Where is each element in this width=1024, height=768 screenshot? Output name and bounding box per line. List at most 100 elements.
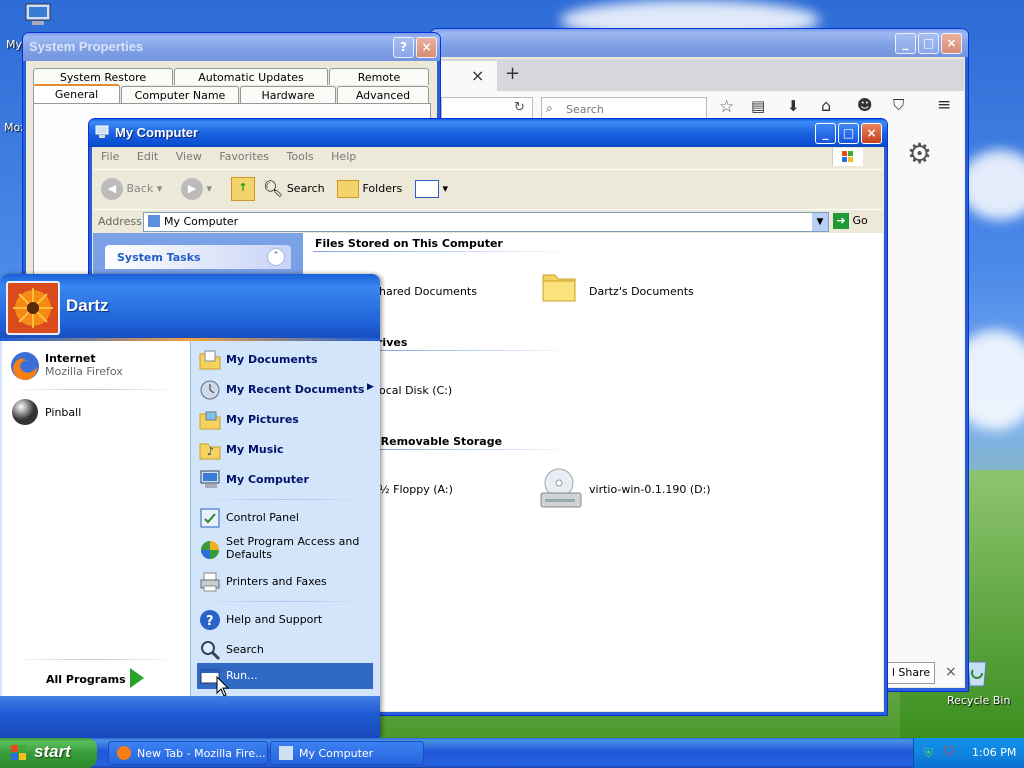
svg-text:?: ? <box>206 614 214 629</box>
start-button[interactable]: start <box>0 738 97 768</box>
my-computer-icon <box>148 215 160 227</box>
close-button[interactable]: × <box>416 37 437 58</box>
my-music-item[interactable]: ♪ My Music <box>197 437 373 463</box>
my-pictures-item[interactable]: My Pictures <box>197 407 373 433</box>
all-programs-button[interactable]: All Programs <box>42 666 152 692</box>
my-computer-desktop-icon[interactable] <box>22 2 54 28</box>
menu-label: My Computer <box>226 473 309 486</box>
my-computer-icon <box>199 469 221 491</box>
tab-system-restore[interactable]: System Restore <box>33 68 173 85</box>
search-icon <box>199 639 221 661</box>
menu-label: My Documents <box>226 353 318 366</box>
menu-view[interactable]: View <box>176 150 202 163</box>
address-input[interactable]: My Computer ▼ <box>143 212 829 232</box>
help-button[interactable]: ? <box>393 37 414 58</box>
menu-label: Search <box>226 643 264 656</box>
recent-pinball[interactable]: Pinball <box>8 395 186 429</box>
minimize-button[interactable]: _ <box>895 33 916 54</box>
menu-tools[interactable]: Tools <box>287 150 314 163</box>
pinball-label: Pinball <box>45 406 82 419</box>
notification-close-icon[interactable]: × <box>945 664 957 680</box>
my-computer-titlebar[interactable] <box>89 119 887 147</box>
search-label: Search <box>286 182 325 195</box>
folders-button[interactable]: Folders <box>337 174 402 204</box>
firefox-titlebar[interactable] <box>431 29 968 57</box>
share-button[interactable]: l Share <box>887 662 935 684</box>
address-bar-row: Address My Computer ▼ ➜ Go <box>93 209 883 234</box>
separator <box>199 601 369 602</box>
pocket-icon[interactable]: ⛉ <box>893 96 904 114</box>
back-button[interactable]: ◀ Back ▾ <box>101 174 162 204</box>
my-computer-icon <box>279 746 293 760</box>
control-panel-item[interactable]: Control Panel <box>197 505 373 531</box>
views-button[interactable]: ▾ <box>415 174 448 204</box>
tab-computer-name[interactable]: Computer Name <box>121 86 239 103</box>
tab-general[interactable]: General <box>33 84 120 104</box>
menu-file[interactable]: File <box>101 150 119 163</box>
local-disk-label[interactable]: ocal Disk (C:) <box>379 384 452 397</box>
home-icon[interactable]: ⌂ <box>821 96 831 115</box>
forward-button[interactable]: ▶ ▾ <box>181 174 212 204</box>
menu-hamburger-icon[interactable]: ≡ <box>937 95 951 115</box>
collapse-chevron-icon[interactable]: ⌃ <box>267 248 285 266</box>
tab-hardware[interactable]: Hardware <box>240 86 336 103</box>
pinball-icon <box>10 397 40 427</box>
floppy-drive-label[interactable]: ½ Floppy (A:) <box>379 483 453 496</box>
menu-label: My Recent Documents <box>226 383 365 396</box>
address-dropdown-icon[interactable]: ▼ <box>812 213 828 231</box>
close-button[interactable]: × <box>941 33 962 54</box>
my-computer-item[interactable]: My Computer <box>197 467 373 493</box>
pinned-internet[interactable]: Internet Mozilla Firefox <box>8 347 186 383</box>
minimize-button[interactable]: _ <box>815 123 836 144</box>
help-support-item[interactable]: ? Help and Support <box>197 607 373 633</box>
up-folder-button[interactable]: ↑ <box>231 174 255 204</box>
menu-edit[interactable]: Edit <box>137 150 158 163</box>
security-shield-icon[interactable]: ⛉ <box>944 745 958 760</box>
go-button[interactable]: ➜ Go <box>833 212 877 230</box>
shared-documents-label[interactable]: hared Documents <box>379 285 477 298</box>
search-item[interactable]: Search <box>197 637 373 663</box>
start-label: start <box>34 742 71 761</box>
pictures-folder-icon <box>199 409 221 431</box>
network-icon[interactable]: ⛨ <box>924 746 938 760</box>
new-tab-icon[interactable]: + <box>505 63 520 84</box>
taskbar: start New Tab - Mozilla Fire... My Compu… <box>0 738 1024 768</box>
bookmark-star-icon[interactable]: ☆ <box>719 97 734 117</box>
smiley-icon[interactable]: ☻ <box>857 96 873 114</box>
tab-new-tab[interactable]: × <box>441 61 497 91</box>
folder-icon[interactable] <box>541 269 577 303</box>
menu-help[interactable]: Help <box>331 150 356 163</box>
firefox-icon <box>117 746 131 760</box>
settings-gear-icon[interactable]: ⚙ <box>907 137 932 170</box>
separator <box>199 499 369 500</box>
tab-advanced[interactable]: Advanced <box>337 86 429 103</box>
user-avatar[interactable] <box>6 281 60 335</box>
clock: 1:06 PM <box>972 746 1017 759</box>
window-title: System Properties <box>29 39 144 54</box>
dartz-documents-label[interactable]: Dartz's Documents <box>589 285 694 298</box>
search-button[interactable]: 🔍︎ Search <box>263 174 325 204</box>
reload-icon[interactable]: ↻ <box>514 100 525 115</box>
maximize-button[interactable]: □ <box>838 123 859 144</box>
library-icon[interactable]: ▤ <box>751 97 765 115</box>
cd-drive-label[interactable]: virtio-win-0.1.190 (D:) <box>589 483 711 496</box>
download-icon[interactable]: ⬇ <box>787 97 800 115</box>
taskbar-item-firefox[interactable]: New Tab - Mozilla Fire... <box>108 741 268 765</box>
taskbar-item-my-computer[interactable]: My Computer <box>270 741 424 765</box>
menu-favorites[interactable]: Favorites <box>219 150 269 163</box>
set-program-access-item[interactable]: Set Program Access and Defaults <box>197 535 373 565</box>
maximize-button[interactable]: □ <box>918 33 939 54</box>
system-tasks-header[interactable]: System Tasks ⌃ <box>105 245 291 269</box>
printers-faxes-item[interactable]: Printers and Faxes <box>197 569 373 595</box>
close-button[interactable]: × <box>861 123 882 144</box>
cd-drive-icon[interactable] <box>537 465 585 513</box>
my-recent-documents-item[interactable]: My Recent Documents ▶ <box>197 377 374 403</box>
address-value: My Computer <box>164 215 239 228</box>
tab-close-icon[interactable]: × <box>471 66 484 85</box>
my-documents-item[interactable]: My Documents <box>197 347 373 373</box>
control-panel-icon <box>199 507 221 529</box>
pinned-title: Internet <box>45 352 96 365</box>
tab-automatic-updates[interactable]: Automatic Updates <box>174 68 328 85</box>
tab-remote[interactable]: Remote <box>329 68 429 85</box>
menu-label: Defaults <box>226 548 272 561</box>
